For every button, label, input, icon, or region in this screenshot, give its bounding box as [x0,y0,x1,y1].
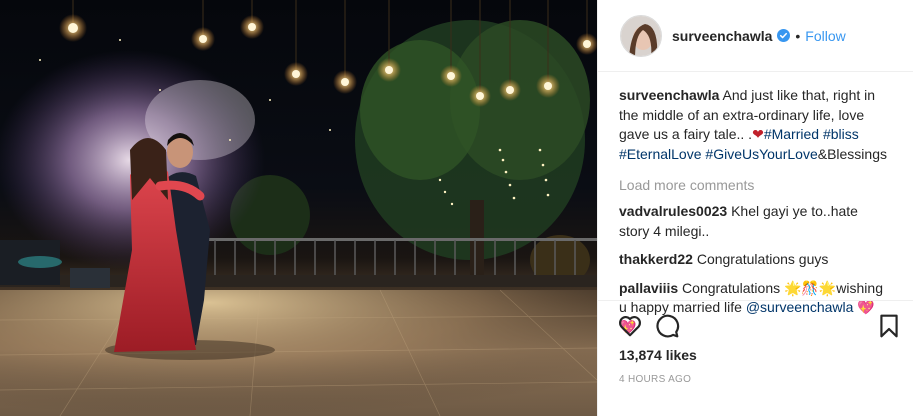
action-icons [598,313,913,343]
comment-item: thakkerd22 Congratulations guys [619,250,892,270]
photo-scene [0,0,597,416]
separator-dot: • [795,27,801,44]
verified-icon [777,29,791,42]
bookmark-icon[interactable] [876,313,902,339]
comment-username[interactable]: vadvalrules0023 [619,203,727,219]
post-actions: 13,874 likes 4 hours ago [598,300,913,416]
heart-icon[interactable] [617,313,643,339]
avatar-image [621,15,661,56]
comment-text: Congratulations [678,279,784,296]
hashtag[interactable]: #Married [764,126,819,142]
avatar[interactable] [620,14,662,57]
hashtag[interactable]: #GiveUsYourLove [705,146,817,162]
follow-button[interactable]: Follow [805,28,845,44]
caption-tail: &Blessings [817,145,887,162]
post-caption: surveenchawla And just like that, right … [619,86,892,164]
comment-text: Congratulations guys [692,251,829,267]
post-timestamp[interactable]: 4 hours ago [619,374,691,385]
hashtag[interactable]: #EternalLove [619,146,702,162]
load-more-comments-button[interactable]: Load more comments [619,177,892,193]
likes-count[interactable]: 13,874 likes [619,347,697,363]
comment-username[interactable]: pallaviiis [619,280,678,296]
comment-item: vadvalrules0023 Khel gayi ye to..hate st… [619,202,892,241]
comment-icon[interactable] [654,313,680,339]
comment-emoji: 🌟🎊🌟 [784,279,837,296]
hashtag[interactable]: #bliss [823,126,859,142]
caption-username[interactable]: surveenchawla [619,87,719,103]
comment-username[interactable]: thakkerd22 [619,251,693,267]
post-side-panel: surveenchawla • Follow surveenchawla And… [597,0,913,416]
post-header: surveenchawla • Follow [598,0,913,72]
heart-emoji: ❤ [752,126,764,142]
post-photo[interactable] [0,0,597,416]
author-username[interactable]: surveenchawla [672,28,772,44]
instagram-post: surveenchawla • Follow surveenchawla And… [0,0,913,416]
